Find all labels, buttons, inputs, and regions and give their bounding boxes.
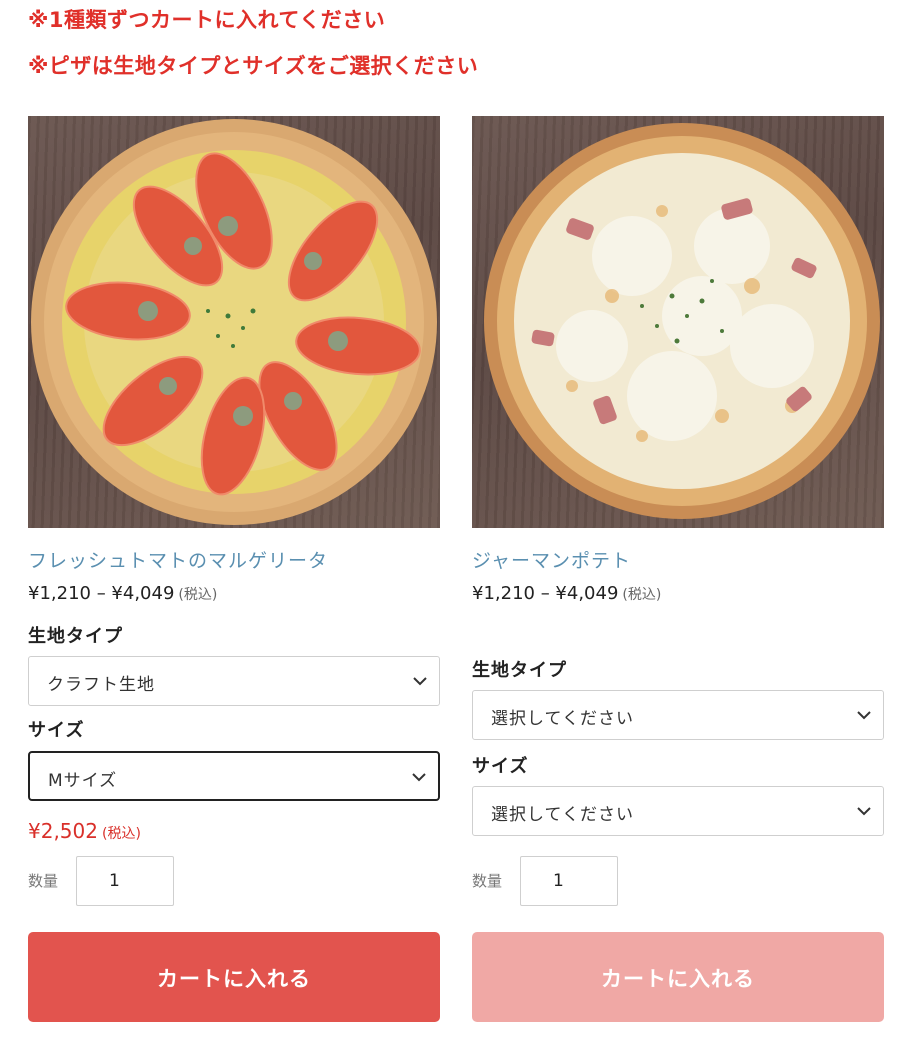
size-label: サイズ xyxy=(472,756,529,777)
chevron-down-icon xyxy=(412,773,426,782)
price-range-value: ¥1,210 – ¥4,049 xyxy=(28,583,175,604)
price-range: ¥1,210 – ¥4,049 (税込) xyxy=(28,583,217,604)
dough-type-selected: クラフト生地 xyxy=(47,675,155,695)
quantity-label: 数量 xyxy=(28,872,59,890)
selected-price-value: ¥2,502 xyxy=(28,819,98,843)
tax-note: (税込) xyxy=(178,587,218,603)
dough-type-select[interactable]: クラフト生地 xyxy=(28,656,440,706)
size-selected: Mサイズ xyxy=(48,771,118,791)
product-title[interactable]: フレッシュトマトのマルゲリータ xyxy=(28,546,328,573)
size-select[interactable]: 選択してください xyxy=(472,786,884,836)
selected-tax-note: (税込) xyxy=(101,826,141,842)
quantity-input[interactable]: 1 xyxy=(520,856,618,906)
quantity-label: 数量 xyxy=(472,872,503,890)
dough-type-label: 生地タイプ xyxy=(28,626,123,647)
chevron-down-icon xyxy=(857,807,871,816)
dough-type-selected: 選択してください xyxy=(491,709,634,729)
price-range-value: ¥1,210 – ¥4,049 xyxy=(472,583,619,604)
dough-type-label: 生地タイプ xyxy=(472,660,567,681)
dough-type-select[interactable]: 選択してください xyxy=(472,690,884,740)
size-select[interactable]: Mサイズ xyxy=(28,751,440,801)
product-card-german-potato: ジャーマンポテト ¥1,210 – ¥4,049 (税込) 生地タイプ 選択してく… xyxy=(472,116,884,1022)
chevron-down-icon xyxy=(857,711,871,720)
notice-one-type-per-cart: ※1種類ずつカートに入れてください xyxy=(28,8,386,32)
selected-price: ¥2,502 (税込) xyxy=(28,819,141,843)
chevron-down-icon xyxy=(413,677,427,686)
product-image-margherita[interactable] xyxy=(28,116,440,528)
add-to-cart-button[interactable]: カートに入れる xyxy=(472,932,884,1022)
product-image-german-potato[interactable] xyxy=(472,116,884,528)
price-range: ¥1,210 – ¥4,049 (税込) xyxy=(472,583,661,604)
add-to-cart-label: カートに入れる xyxy=(157,967,311,991)
quantity-value: 1 xyxy=(109,871,120,891)
quantity-input[interactable]: 1 xyxy=(76,856,174,906)
size-selected: 選択してください xyxy=(491,805,634,825)
product-title[interactable]: ジャーマンポテト xyxy=(472,546,631,573)
product-card-margherita: フレッシュトマトのマルゲリータ ¥1,210 – ¥4,049 (税込) 生地タイ… xyxy=(28,116,440,1022)
notice-select-dough-and-size: ※ピザは生地タイプとサイズをご選択ください xyxy=(28,54,479,78)
add-to-cart-label: カートに入れる xyxy=(601,967,755,991)
quantity-value: 1 xyxy=(553,871,564,891)
size-label: サイズ xyxy=(28,720,85,741)
tax-note: (税込) xyxy=(622,587,662,603)
add-to-cart-button[interactable]: カートに入れる xyxy=(28,932,440,1022)
